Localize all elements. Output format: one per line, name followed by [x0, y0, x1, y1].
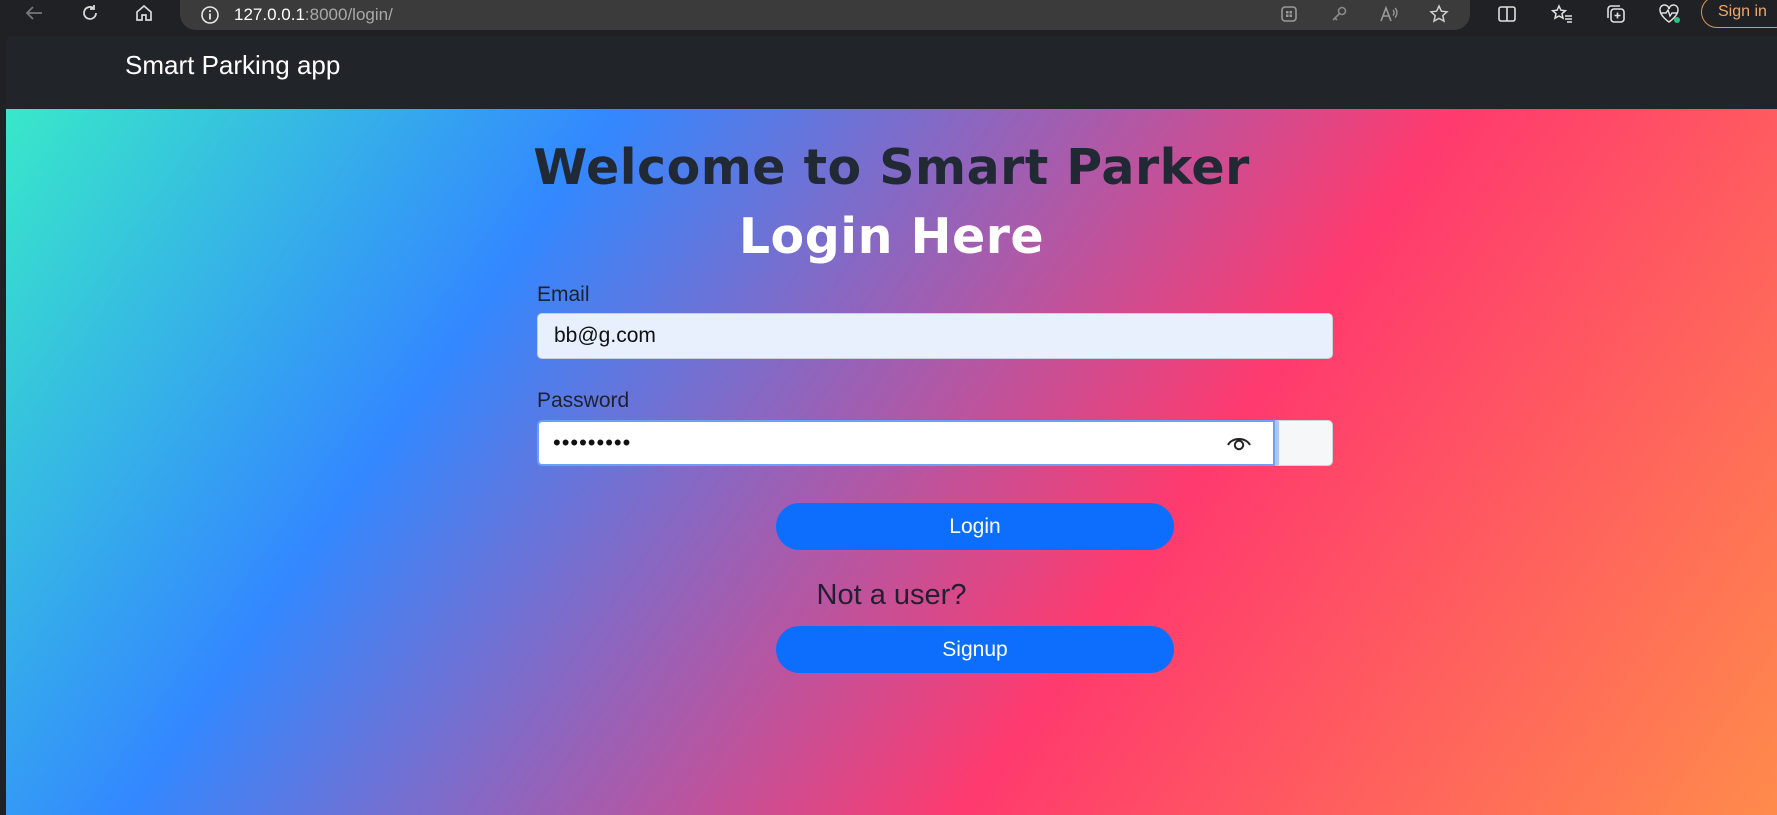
info-icon[interactable]	[200, 5, 220, 25]
address-bar[interactable]: 127.0.0.1:8000/login/	[180, 0, 1470, 30]
favorites-icon[interactable]	[1547, 2, 1577, 26]
password-value: •••••••••	[553, 430, 632, 455]
apps-icon[interactable]	[1276, 2, 1302, 26]
url-path: :8000/login/	[304, 5, 393, 24]
sign-in-button[interactable]: Sign in	[1701, 0, 1777, 28]
split-screen-icon[interactable]	[1492, 2, 1522, 26]
page-subtitle: Login Here	[738, 208, 1045, 265]
password-label: Password	[537, 389, 630, 412]
password-toggle-button[interactable]	[1275, 420, 1333, 466]
navbar-brand[interactable]: Smart Parking app	[125, 50, 340, 81]
navbar: Smart Parking app	[6, 36, 1777, 110]
browser-toolbar: 127.0.0.1:8000/login/ Sign in	[0, 0, 1777, 30]
reload-icon[interactable]	[72, 0, 108, 26]
url-host: 127.0.0.1	[234, 5, 305, 24]
eye-icon[interactable]	[1224, 431, 1254, 455]
back-icon[interactable]	[16, 0, 52, 26]
page-viewport: Smart Parking app Welcome to Smart Parke…	[6, 36, 1777, 815]
email-field[interactable]: bb@g.com	[537, 313, 1333, 359]
signup-button[interactable]: Signup	[776, 626, 1174, 673]
password-group: •••••••••	[537, 420, 1333, 466]
page-title: Welcome to Smart Parker	[533, 139, 1250, 196]
read-aloud-icon[interactable]	[1376, 2, 1402, 26]
not-a-user-text: Not a user?	[816, 579, 967, 611]
collections-icon[interactable]	[1601, 2, 1631, 26]
health-icon[interactable]	[1655, 2, 1685, 26]
login-section: Welcome to Smart Parker Login Here Email…	[6, 109, 1777, 815]
home-icon[interactable]	[126, 0, 162, 26]
email-label: Email	[537, 283, 590, 306]
password-field[interactable]: •••••••••	[537, 420, 1275, 466]
login-button[interactable]: Login	[776, 503, 1174, 550]
key-icon[interactable]	[1326, 2, 1352, 26]
url-text: 127.0.0.1:8000/login/	[234, 5, 393, 25]
email-value: bb@g.com	[554, 324, 656, 347]
star-icon[interactable]	[1426, 2, 1452, 26]
